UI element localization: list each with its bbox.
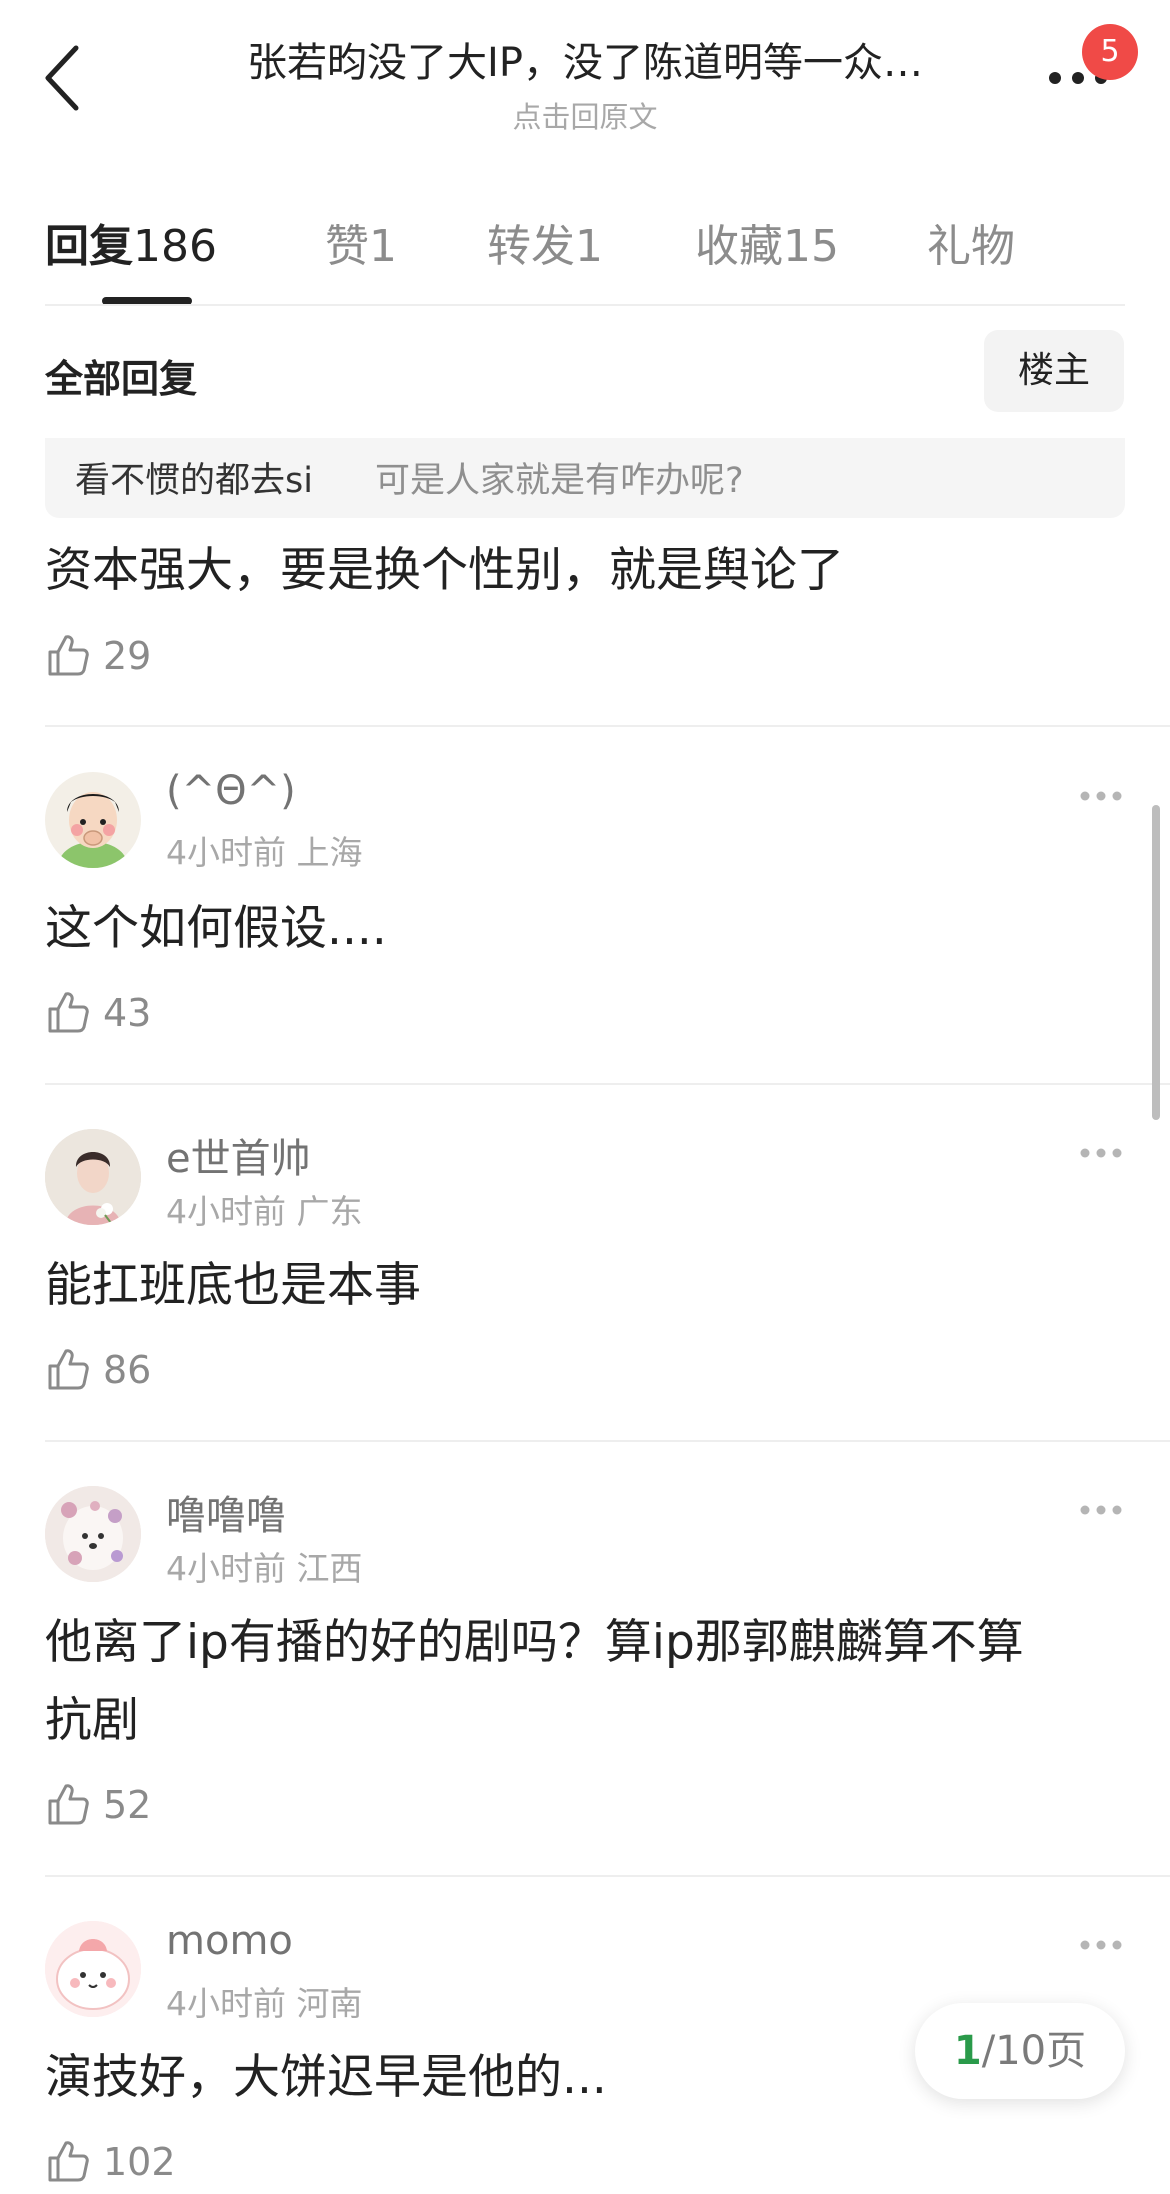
comment-time: 4小时前 — [166, 1984, 286, 2023]
tab-reposts-label: 转发 — [487, 221, 575, 272]
like-count: 43 — [103, 991, 152, 1035]
like-count: 52 — [103, 1783, 152, 1827]
comment-location: 江西 — [296, 1549, 363, 1588]
avatar[interactable] — [45, 1486, 141, 1582]
comment-meta: 4小时前 河南 — [166, 1977, 363, 2025]
post-title[interactable]: 张若昀没了大IP，没了陈道明等一众… — [170, 30, 1000, 88]
thumbs-up-icon — [48, 1784, 89, 1825]
comment-content: 能扛班底也是本事 — [45, 1258, 421, 1313]
username[interactable]: 噜噜噜 — [166, 1483, 286, 1541]
back-arrow-icon[interactable] — [40, 42, 90, 112]
thumbs-up-icon — [48, 635, 89, 676]
tab-likes-label: 赞 — [325, 221, 369, 272]
tab-favorites[interactable]: 收藏15 — [695, 210, 839, 274]
thumbs-up-icon — [48, 1349, 89, 1390]
divider — [45, 304, 1125, 306]
more-options-icon[interactable] — [1078, 1938, 1124, 1952]
comment-time: 4小时前 — [166, 833, 286, 872]
back-to-original-link[interactable]: 点击回原文 — [170, 94, 1000, 136]
comment-content: 演技好，大饼迟早是他的... — [45, 2050, 607, 2105]
scrollbar[interactable] — [1152, 805, 1160, 1120]
divider — [45, 1875, 1170, 1877]
page-unit: 页 — [1046, 2028, 1087, 2074]
comment-location: 广东 — [296, 1192, 363, 1231]
more-options-icon[interactable] — [1078, 1146, 1124, 1160]
tab-reposts[interactable]: 转发1 — [487, 210, 603, 274]
divider — [45, 1440, 1170, 1442]
tab-gifts[interactable]: 礼物 — [927, 210, 1015, 274]
total-pages: /10 — [981, 2028, 1047, 2074]
more-options-icon[interactable] — [1078, 1503, 1124, 1517]
tab-gifts-label: 礼物 — [927, 221, 1015, 272]
comment-content: 这个如何假设.... — [45, 901, 387, 956]
tab-replies-label: 回复 — [45, 221, 133, 272]
comment-location: 河南 — [296, 1984, 363, 2023]
tab-replies-count: 186 — [133, 221, 217, 272]
post-title-area[interactable]: 张若昀没了大IP，没了陈道明等一众… 点击回原文 — [170, 30, 1000, 136]
avatar[interactable] — [45, 1921, 141, 2017]
quoted-reply[interactable]: 看不惯的都去si 可是人家就是有咋办呢? — [45, 438, 1125, 518]
like-count: 102 — [103, 2140, 176, 2184]
comment-content: 资本强大，要是换个性别，就是舆论了 — [45, 543, 844, 598]
thumbs-up-icon — [48, 2141, 89, 2182]
tab-likes[interactable]: 赞1 — [325, 210, 397, 274]
comment-content-line-1: 他离了ip有播的好的剧吗？算ip那郭麒麟算不算 — [45, 1615, 1024, 1670]
thumbs-up-icon — [48, 992, 89, 1033]
comment-meta: 4小时前 上海 — [166, 826, 363, 874]
notification-badge: 5 — [1082, 24, 1138, 80]
tab-likes-count: 1 — [369, 221, 397, 272]
more-options-icon[interactable] — [1078, 789, 1124, 803]
divider — [45, 725, 1170, 727]
like-count: 86 — [103, 1348, 152, 1392]
quoted-text: 可是人家就是有咋办呢? — [375, 461, 744, 501]
comment-meta: 4小时前 广东 — [166, 1185, 363, 1233]
page-indicator[interactable]: 1/10页 — [915, 2003, 1125, 2099]
avatar[interactable] — [45, 1129, 141, 1225]
tab-bar: 回复186 赞1 转发1 收藏15 礼物 — [45, 210, 1125, 300]
username[interactable]: e世首帅 — [166, 1126, 311, 1184]
username[interactable]: (^Θ^) — [166, 768, 296, 814]
like-count: 29 — [103, 634, 152, 678]
tab-favorites-label: 收藏 — [695, 221, 783, 272]
comment-location: 上海 — [296, 833, 363, 872]
username[interactable]: momo — [166, 1918, 293, 1964]
quoted-username[interactable]: 看不惯的都去si — [75, 452, 313, 503]
divider — [45, 1083, 1170, 1085]
current-page: 1 — [953, 2028, 982, 2074]
tab-replies[interactable]: 回复186 — [45, 210, 217, 274]
tab-reposts-count: 1 — [575, 221, 603, 272]
avatar[interactable] — [45, 772, 141, 868]
comment-meta: 4小时前 江西 — [166, 1542, 363, 1590]
owner-only-button[interactable]: 楼主 — [984, 330, 1124, 412]
comment-time: 4小时前 — [166, 1549, 286, 1588]
tab-favorites-count: 15 — [783, 221, 839, 272]
comment-time: 4小时前 — [166, 1192, 286, 1231]
all-replies-heading: 全部回复 — [45, 357, 198, 401]
comment-content-line-2: 抗剧 — [45, 1693, 139, 1748]
top-bar: 张若昀没了大IP，没了陈道明等一众… 点击回原文 5 — [0, 0, 1170, 150]
